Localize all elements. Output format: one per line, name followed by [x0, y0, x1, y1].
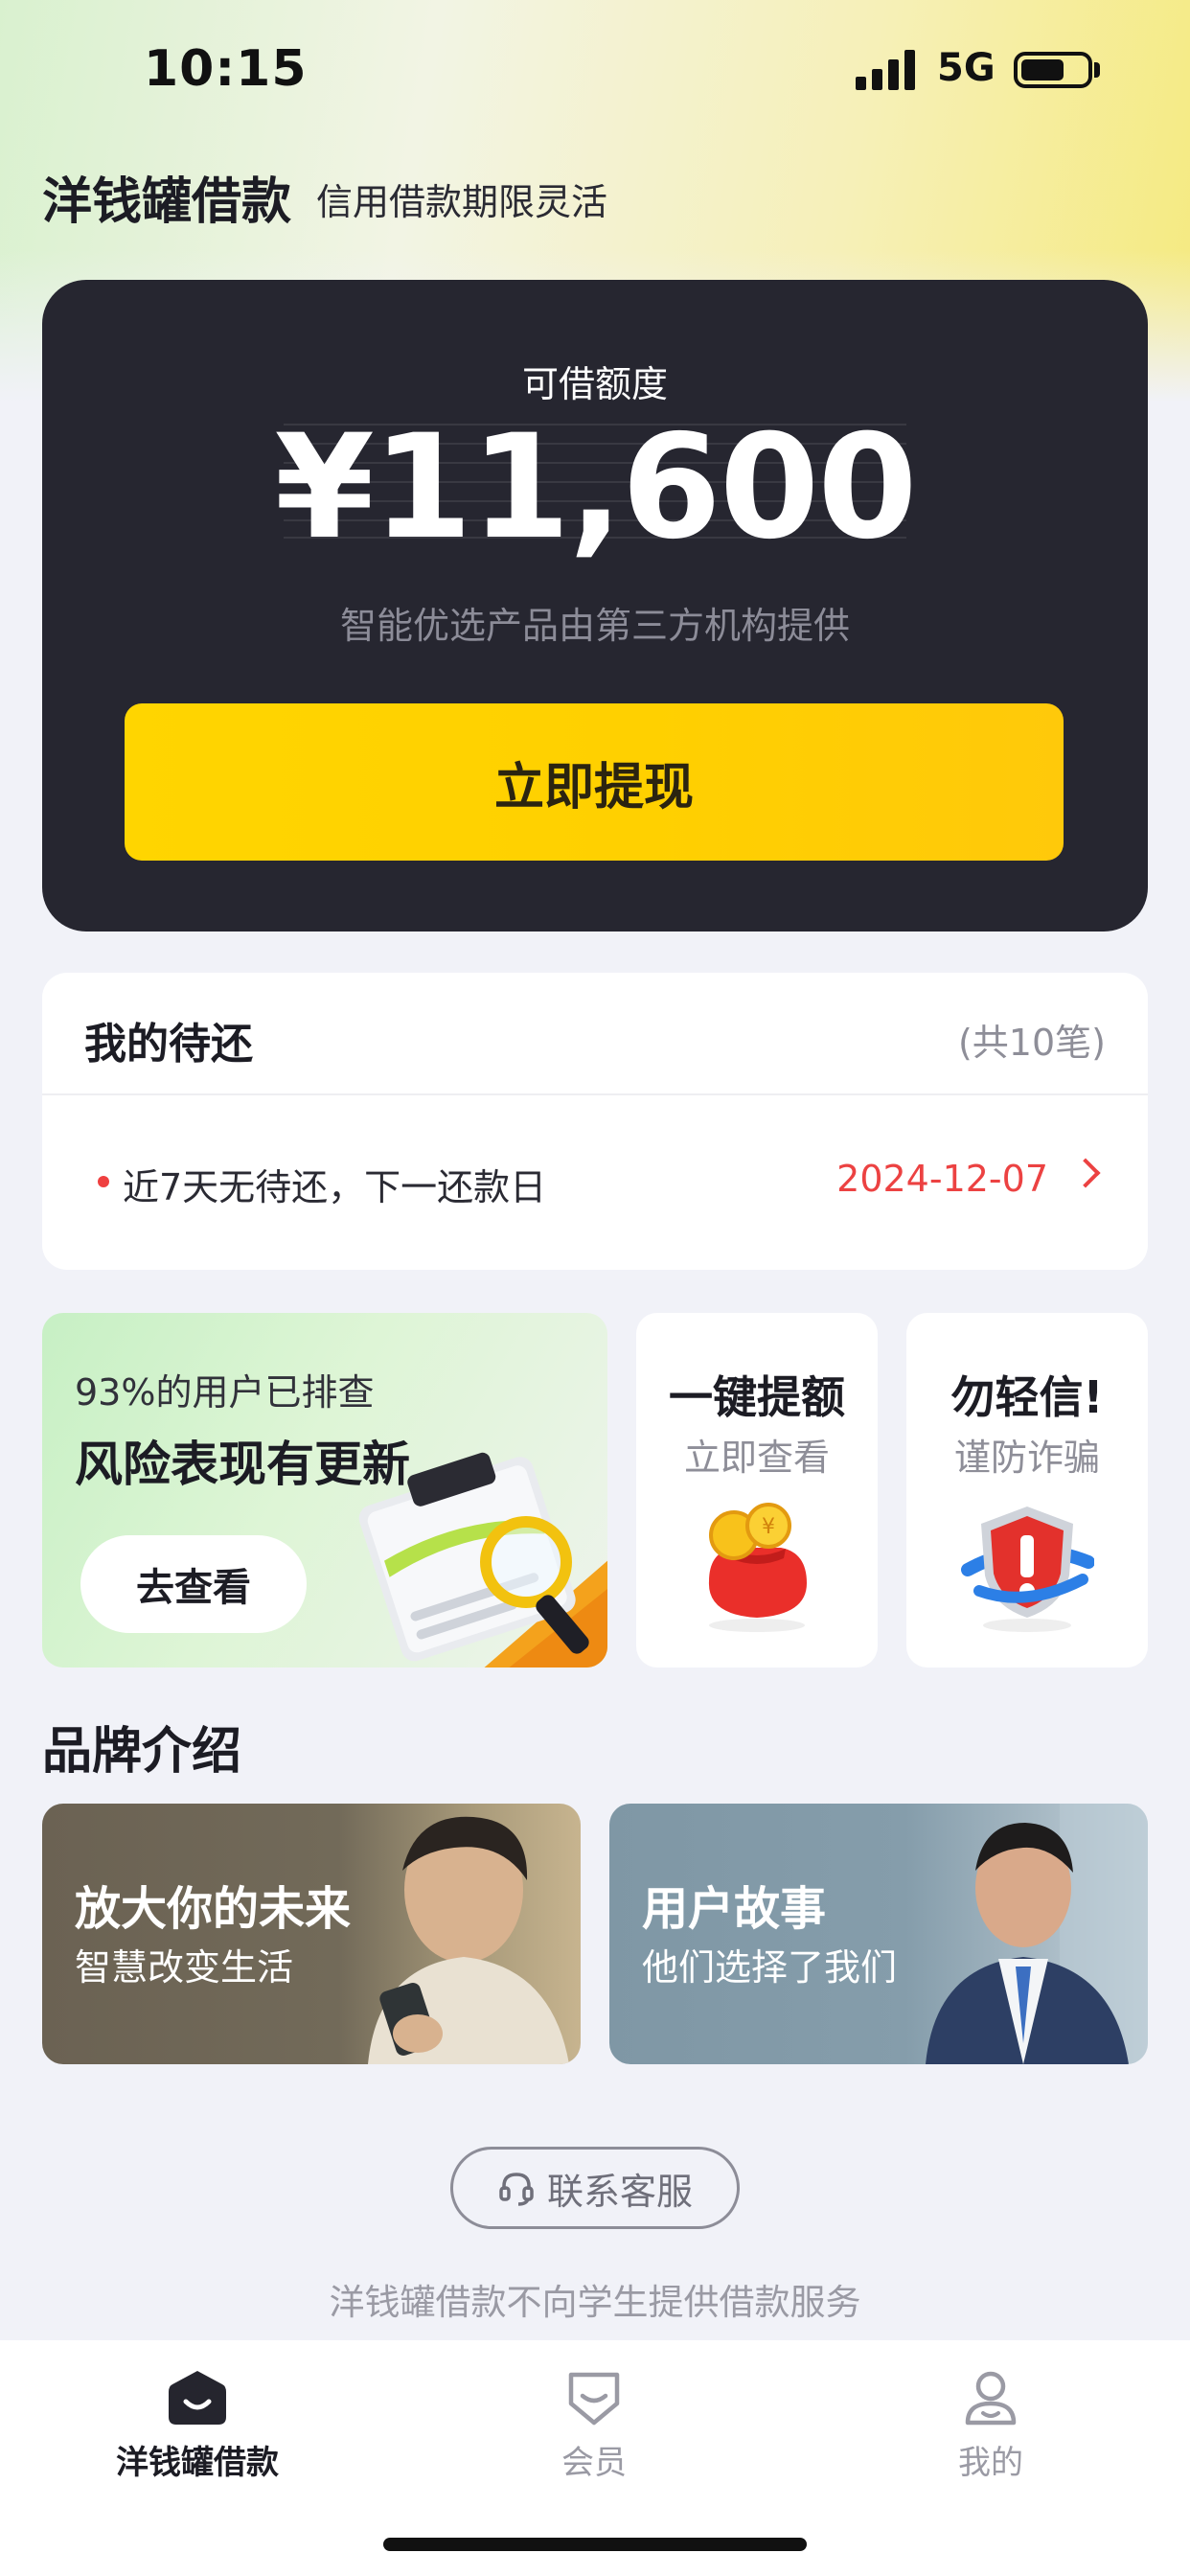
home-indicator [383, 2538, 807, 2551]
brand-heading: 品牌介绍 [42, 1723, 242, 1781]
repayment-card: 我的待还 (共10笔) 近7天无待还，下一还款日 2024-12-07 [42, 973, 1148, 1270]
money-bag-icon: ¥ [708, 1503, 807, 1632]
brand-card-title: 用户故事 [642, 1882, 827, 1936]
app-title: 洋钱罐借款 [42, 173, 292, 231]
quota-title: 一键提额 [669, 1371, 845, 1423]
contact-service-button[interactable]: 联系客服 [450, 2147, 740, 2229]
brand-card-subtitle: 智慧改变生活 [75, 1946, 294, 1989]
fraud-subtitle: 谨防诈骗 [953, 1437, 1100, 1479]
credit-card: 可借额度 ¥11,600 智能优选产品由第三方机构提供 立即提现 [42, 280, 1148, 932]
quota-subtitle: 立即查看 [683, 1437, 830, 1479]
tab-member[interactable]: 会员 [469, 2369, 719, 2483]
check-risk-button[interactable]: 去查看 [80, 1535, 307, 1633]
tab-label: 洋钱罐借款 [116, 2444, 279, 2482]
brand-card-stories[interactable]: 用户故事 他们选择了我们 [609, 1804, 1148, 2064]
brand-card-future[interactable]: 放大你的未来 智慧改变生活 [42, 1804, 581, 2064]
member-icon [568, 2372, 620, 2426]
anti-fraud-card[interactable]: 勿轻信! 谨防诈骗 [906, 1313, 1148, 1668]
next-repayment-date[interactable]: 2024-12-07 [836, 1158, 1048, 1200]
fraud-title: 勿轻信! [950, 1371, 1104, 1423]
svg-text:¥: ¥ [762, 1515, 775, 1539]
battery-icon [1014, 52, 1092, 88]
tab-label: 会员 [561, 2444, 627, 2482]
battery-cap [1094, 62, 1100, 78]
repayment-message: 近7天无待还，下一还款日 [123, 1166, 547, 1208]
repayment-title: 我的待还 [84, 1020, 253, 1069]
credit-amount: ¥11,600 [274, 404, 917, 571]
brand-card-subtitle: 他们选择了我们 [642, 1946, 898, 1989]
network-type: 5G [937, 46, 995, 90]
divider [42, 1093, 1148, 1095]
credit-note: 智能优选产品由第三方机构提供 [339, 605, 850, 647]
headset-icon [499, 2173, 534, 2206]
clipboard-magnifier-icon [358, 1452, 607, 1668]
app-slogan: 信用借款期限灵活 [316, 181, 608, 223]
tab-mine[interactable]: 我的 [866, 2369, 1115, 2483]
contact-service-label: 联系客服 [546, 2170, 693, 2213]
student-disclaimer: 洋钱罐借款不向学生提供借款服务 [329, 2282, 861, 2323]
brand-card-title: 放大你的未来 [75, 1882, 352, 1936]
withdraw-button[interactable]: 立即提现 [125, 703, 1064, 861]
profile-icon [965, 2371, 1017, 2426]
man-with-phone-image [368, 1816, 569, 2064]
home-bag-icon [169, 2371, 226, 2425]
signal-icon [856, 48, 919, 90]
tab-label: 我的 [958, 2444, 1023, 2482]
bullet-dot-icon [98, 1176, 109, 1187]
repayment-count: (共10笔) [957, 1022, 1106, 1064]
risk-subtitle: 93%的用户已排查 [75, 1371, 375, 1414]
raise-quota-card[interactable]: 一键提额 立即查看 ¥ [636, 1313, 878, 1668]
credit-label: 可借额度 [521, 363, 668, 405]
tab-loan[interactable]: 洋钱罐借款 [73, 2369, 322, 2483]
shield-warning-icon [961, 1506, 1094, 1632]
chevron-right-icon[interactable] [1070, 1158, 1101, 1188]
status-time: 10:15 [144, 40, 308, 98]
businessman-image [926, 1804, 1148, 2064]
risk-check-card[interactable]: 93%的用户已排查 风险表现有更新 去查看 [42, 1313, 607, 1668]
